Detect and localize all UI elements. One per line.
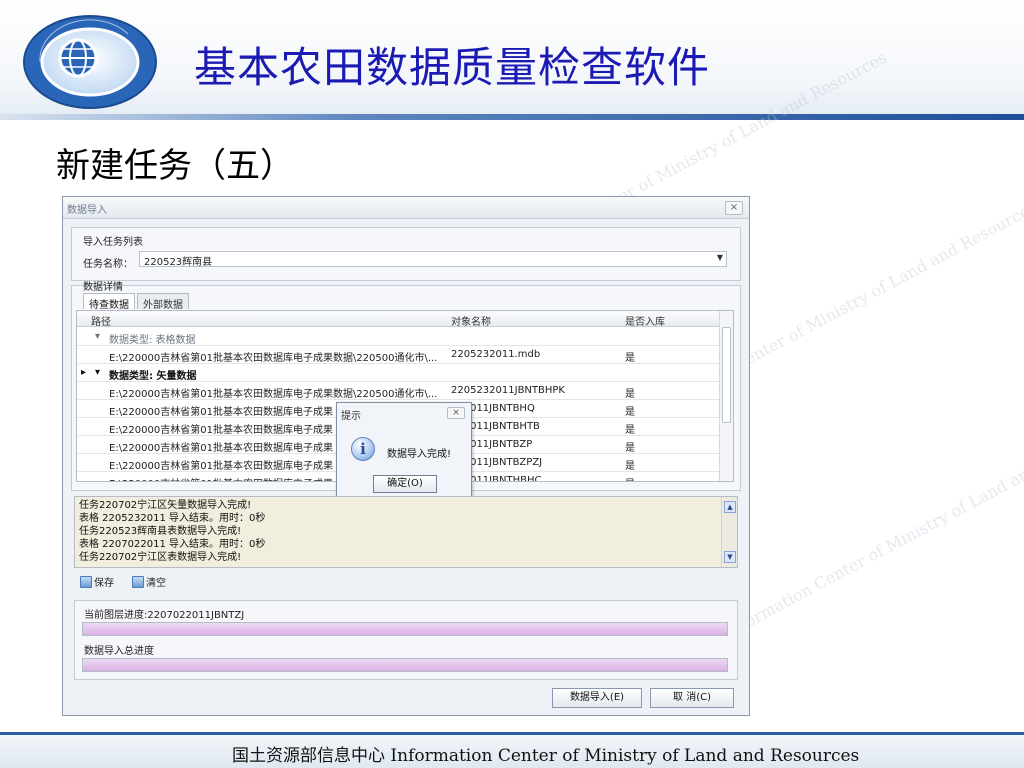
save-button[interactable]: 保存: [80, 574, 114, 590]
tab-pending-data[interactable]: 待查数据: [83, 293, 135, 311]
flag-cell: 是: [625, 425, 635, 436]
header-divider: [0, 114, 1024, 120]
data-details-label: 数据详情: [83, 282, 123, 293]
log-line: 任务220523辉南县表数据导入完成!: [79, 526, 242, 537]
grid-header: 路径 对象名称 是否入库: [77, 311, 733, 328]
log-line: 任务220702宁江区矢量数据导入完成!: [79, 500, 252, 511]
log-scrollbar[interactable]: ▲ ▼: [721, 497, 737, 567]
messagebox-title: 提示: [341, 411, 361, 422]
clear-label: 清空: [146, 578, 166, 589]
table-row[interactable]: E:\220000吉林省第01批基本农田数据库电子成果数据\220500通化市\…: [77, 346, 719, 364]
row-pointer-icon: ▸: [81, 367, 87, 378]
watermark-text: Information Center of Ministry of Land a…: [721, 418, 1024, 642]
current-layer-progress-bar: [82, 622, 728, 636]
clear-icon: [132, 576, 144, 588]
path-cell: E:\220000吉林省第01批基本农田数据库电子成果数据\220500通化市\…: [109, 353, 438, 364]
column-header-path[interactable]: 路径: [91, 313, 111, 328]
flag-cell: 是: [625, 443, 635, 454]
table-group-row[interactable]: ▾ ▸ 数据类型: 矢量数据: [77, 364, 719, 382]
column-header-flag[interactable]: 是否入库: [625, 313, 665, 328]
name-cell: 232011JBNTBZP: [451, 439, 533, 450]
path-cell: 数据类型: 表格数据: [109, 335, 196, 346]
clear-button[interactable]: 清空: [132, 574, 166, 590]
ok-button[interactable]: 确定(O): [373, 475, 437, 493]
path-cell: E:\220000吉林省第01批基本农田数据库电子成果数据\220500通化市\…: [109, 389, 438, 400]
task-name-label: 任务名称：: [83, 259, 133, 270]
name-cell: 232011JBNTBHTB: [451, 421, 540, 432]
path-cell: 数据类型: 矢量数据: [109, 371, 197, 382]
task-name-select[interactable]: 220523辉南县 ▼: [139, 251, 727, 268]
dialog-titlebar: 数据导入 ×: [63, 197, 749, 219]
slide-title: 新建任务（五）: [56, 146, 294, 186]
expand-icon[interactable]: ▾: [95, 367, 100, 378]
task-list-label: 导入任务列表: [83, 237, 143, 248]
log-line: 任务220702宁江区表数据导入完成!: [79, 552, 242, 563]
icmlr-logo-icon: [23, 15, 157, 109]
flag-cell: 是: [625, 389, 635, 400]
scroll-down-icon[interactable]: ▼: [724, 551, 736, 563]
chevron-down-icon[interactable]: ▼: [717, 253, 723, 262]
name-cell: 2205232011JBNTBHPK: [451, 385, 565, 396]
flag-cell: 是: [625, 461, 635, 472]
import-log[interactable]: 任务220702宁江区矢量数据导入完成! 表格 2205232011 导入结束。…: [74, 496, 738, 568]
messagebox-text: 数据导入完成!: [387, 449, 452, 460]
name-cell: 232011JBNTBHQ: [451, 403, 535, 414]
tab-external-data[interactable]: 外部数据: [137, 293, 189, 311]
task-name-value: 220523辉南县: [144, 257, 213, 268]
log-line: 表格 2205232011 导入结束。用时：0秒: [79, 513, 266, 524]
data-import-button[interactable]: 数据导入(E): [552, 688, 642, 708]
log-line: 表格 2207022011 导入结束。用时：0秒: [79, 539, 266, 550]
name-cell: 232011JBNTHBHC: [451, 475, 542, 482]
close-icon[interactable]: ×: [447, 407, 465, 419]
info-messagebox: 提示 × i 数据导入完成! 确定(O): [336, 402, 472, 498]
cancel-button[interactable]: 取 消(C): [650, 688, 734, 708]
grid-scrollbar[interactable]: [719, 311, 733, 481]
save-label: 保存: [94, 578, 114, 589]
footer-text: 国土资源部信息中心 Information Center of Ministry…: [232, 746, 860, 766]
name-cell: 2205232011.mdb: [451, 349, 541, 360]
table-group-row[interactable]: ▾ 数据类型: 表格数据: [77, 328, 719, 346]
total-progress-bar: [82, 658, 728, 672]
close-icon[interactable]: ×: [725, 201, 743, 215]
flag-cell: 是: [625, 407, 635, 418]
flag-cell: 是: [625, 475, 635, 481]
slide-footer: 国土资源部信息中心 Information Center of Ministry…: [0, 732, 1024, 768]
save-icon: [80, 576, 92, 588]
info-icon: i: [351, 437, 375, 461]
total-progress-label: 数据导入总进度: [84, 646, 154, 657]
scrollbar-thumb[interactable]: [722, 327, 731, 423]
dialog-title: 数据导入: [67, 205, 107, 216]
table-row[interactable]: E:\220000吉林省第01批基本农田数据库电子成果数据\220500通化市\…: [77, 382, 719, 400]
scroll-up-icon[interactable]: ▲: [724, 501, 736, 513]
expand-icon[interactable]: ▾: [95, 331, 100, 342]
current-layer-progress-label: 当前图层进度:2207022011JBNTZJ: [84, 610, 245, 621]
column-header-name[interactable]: 对象名称: [451, 313, 491, 328]
flag-cell: 是: [625, 353, 635, 364]
name-cell: 232011JBNTBZPZJ: [451, 457, 543, 468]
app-title: 基本农田数据质量检查软件: [194, 43, 711, 92]
